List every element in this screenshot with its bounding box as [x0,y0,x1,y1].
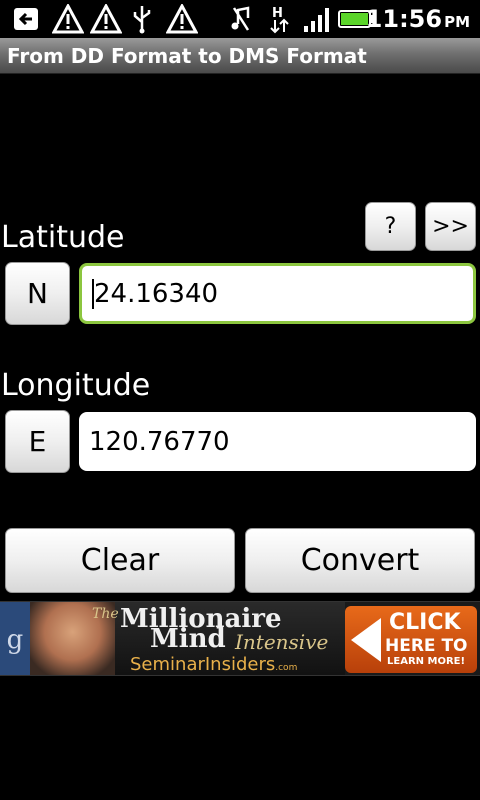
status-ampm: PM [444,13,470,31]
play-arrow-icon [351,618,381,662]
longitude-value: 120.76770 [89,426,230,457]
page-title: From DD Format to DMS Format [7,44,367,68]
convert-button[interactable]: Convert [245,528,475,593]
mute-icon [231,6,250,31]
ad-cta-button[interactable]: CLICK HERE TO LEARN MORE! [345,606,477,673]
longitude-input[interactable]: 120.76770 [79,412,476,471]
clear-button[interactable]: Clear [5,528,235,593]
warning-icon [52,4,84,34]
ad-cta-line3: LEARN MORE! [387,656,466,667]
ad-sponsor-suffix: .com [275,663,298,673]
latitude-hemisphere-button[interactable]: N [5,262,70,325]
longitude-label: Longitude [1,368,151,403]
ad-banner[interactable]: g The Millionaire Mind Intensive Seminar… [0,601,480,676]
status-time: 11:56 PM [365,5,470,33]
signal-icon [304,8,329,32]
next-button[interactable]: >> [425,202,476,251]
latitude-value: 24.16340 [94,278,219,309]
ad-sponsor: SeminarInsiders.com [130,654,298,675]
back-arrow-icon [14,8,38,30]
usb-icon [133,6,151,34]
svg-text:H: H [272,6,283,21]
status-bar: H 11:56 PM [0,0,480,38]
ad-cta-line2: HERE TO [385,636,468,656]
ad-badge: g [0,602,30,675]
help-button[interactable]: ? [365,202,416,251]
latitude-label: Latitude [1,220,125,255]
ad-line2: Mind [150,624,226,654]
latitude-input[interactable]: 24.16340 [79,263,476,324]
longitude-hemisphere-button[interactable]: E [5,410,70,473]
warning-icon [166,4,198,34]
h-data-icon: H [270,6,289,34]
ad-the: The [92,606,119,622]
title-bar: From DD Format to DMS Format [0,38,480,74]
warning-icon [90,4,122,34]
ad-cta-line1: CLICK [389,610,461,635]
ad-line3: Intensive [235,630,329,654]
